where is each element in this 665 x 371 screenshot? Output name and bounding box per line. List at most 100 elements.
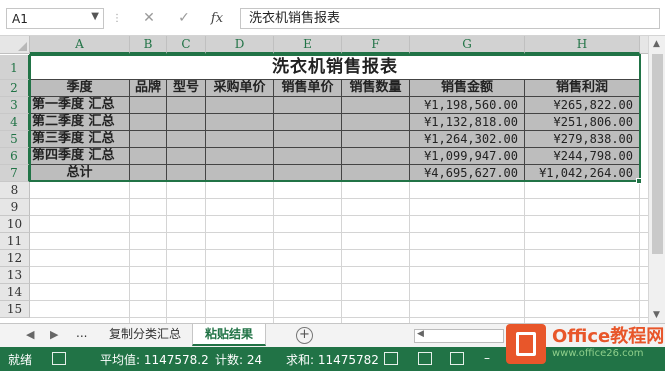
column-header-g[interactable]: G: [410, 36, 525, 54]
enter-icon[interactable]: ✓: [173, 8, 195, 29]
quantity-cell[interactable]: [342, 97, 410, 114]
amount-cell[interactable]: ¥1,264,302.00: [410, 131, 525, 148]
horizontal-scrollbar[interactable]: ◀: [414, 329, 504, 343]
profit-cell[interactable]: ¥265,822.00: [525, 97, 640, 114]
column-header-a[interactable]: A: [30, 36, 130, 54]
macro-record-icon[interactable]: [52, 352, 66, 365]
sheet-title-cell[interactable]: 洗衣机销售报表: [30, 55, 640, 80]
header-cell-quarter[interactable]: 季度: [30, 80, 130, 97]
row-header-14[interactable]: 14: [0, 284, 30, 301]
sale-price-cell[interactable]: [274, 148, 342, 165]
header-cell-model[interactable]: 型号: [167, 80, 206, 97]
more-sheets-button[interactable]: ...: [76, 326, 87, 340]
purchase-price-cell[interactable]: [206, 165, 274, 182]
header-cell-quantity[interactable]: 销售数量: [342, 80, 410, 97]
scrollbar-thumb[interactable]: [652, 54, 663, 254]
row-header-3[interactable]: 3: [0, 97, 30, 114]
cancel-icon[interactable]: ✕: [138, 8, 160, 29]
row-header-6[interactable]: 6: [0, 148, 30, 165]
model-cell[interactable]: [167, 165, 206, 182]
sale-price-cell[interactable]: [274, 114, 342, 131]
quantity-cell[interactable]: [342, 131, 410, 148]
tab-paste-result[interactable]: 粘贴结果: [192, 324, 266, 346]
profit-cell[interactable]: ¥279,838.00: [525, 131, 640, 148]
profit-cell[interactable]: ¥1,042,264.00: [525, 165, 640, 182]
quarter-cell[interactable]: 第三季度 汇总: [30, 131, 130, 148]
column-header-i[interactable]: [640, 36, 648, 54]
column-header-h[interactable]: H: [525, 36, 640, 54]
profit-cell[interactable]: ¥244,798.00: [525, 148, 640, 165]
scroll-left-icon[interactable]: ◀: [417, 329, 424, 339]
sale-price-cell[interactable]: [274, 165, 342, 182]
model-cell[interactable]: [167, 131, 206, 148]
row-header-9[interactable]: 9: [0, 199, 30, 216]
model-cell[interactable]: [167, 148, 206, 165]
row-header-10[interactable]: 10: [0, 216, 30, 233]
normal-view-icon[interactable]: [384, 352, 398, 365]
page-layout-view-icon[interactable]: [418, 352, 432, 365]
quarter-cell[interactable]: 第二季度 汇总: [30, 114, 130, 131]
brand-cell[interactable]: [130, 131, 167, 148]
amount-cell[interactable]: ¥1,099,947.00: [410, 148, 525, 165]
row-header-5[interactable]: 5: [0, 131, 30, 148]
row-header-11[interactable]: 11: [0, 233, 30, 250]
quantity-cell[interactable]: [342, 114, 410, 131]
vertical-scrollbar[interactable]: ▲ ▼: [648, 36, 665, 323]
chevron-down-icon[interactable]: ▼: [91, 11, 99, 22]
model-cell[interactable]: [167, 114, 206, 131]
header-cell-sale-price[interactable]: 销售单价: [274, 80, 342, 97]
row-header-15[interactable]: 15: [0, 301, 30, 318]
amount-cell[interactable]: ¥1,132,818.00: [410, 114, 525, 131]
header-cell-sales-profit[interactable]: 销售利润: [525, 80, 640, 97]
scroll-tabs-left-icon[interactable]: ◀: [26, 328, 34, 341]
purchase-price-cell[interactable]: [206, 97, 274, 114]
select-all-corner[interactable]: [0, 36, 30, 54]
quarter-cell[interactable]: 第一季度 汇总: [30, 97, 130, 114]
header-cell-brand[interactable]: 品牌: [130, 80, 167, 97]
header-cell-purchase-price[interactable]: 采购单价: [206, 80, 274, 97]
quantity-cell[interactable]: [342, 148, 410, 165]
model-cell[interactable]: [167, 97, 206, 114]
worksheet-grid[interactable]: A B C D E F G H 1 2 3 4 5 6 7 8 9 10 11 …: [0, 36, 648, 323]
tab-copy-subtotal[interactable]: 复制分类汇总: [100, 324, 190, 346]
quantity-cell[interactable]: [342, 165, 410, 182]
row-header-12[interactable]: 12: [0, 250, 30, 267]
insert-function-icon[interactable]: fx: [206, 8, 228, 29]
sale-price-cell[interactable]: [274, 97, 342, 114]
amount-cell[interactable]: ¥1,198,560.00: [410, 97, 525, 114]
quarter-cell[interactable]: 第四季度 汇总: [30, 148, 130, 165]
empty-rows-area[interactable]: [30, 182, 648, 323]
column-header-e[interactable]: E: [274, 36, 342, 54]
zoom-out-button[interactable]: –: [484, 351, 490, 365]
row-header-1[interactable]: 1: [0, 55, 30, 80]
row-header-4[interactable]: 4: [0, 114, 30, 131]
brand-cell[interactable]: [130, 97, 167, 114]
profit-cell[interactable]: ¥251,806.00: [525, 114, 640, 131]
row-header-13[interactable]: 13: [0, 267, 30, 284]
page-break-view-icon[interactable]: [450, 352, 464, 365]
name-box[interactable]: A1 ▼: [6, 8, 104, 29]
row-header-8[interactable]: 8: [0, 182, 30, 199]
purchase-price-cell[interactable]: [206, 114, 274, 131]
purchase-price-cell[interactable]: [206, 148, 274, 165]
fill-handle[interactable]: [636, 178, 642, 184]
formula-input[interactable]: 洗衣机销售报表: [240, 8, 660, 29]
scroll-up-icon[interactable]: ▲: [653, 39, 660, 49]
column-header-d[interactable]: D: [206, 36, 274, 54]
brand-cell[interactable]: [130, 148, 167, 165]
add-sheet-icon[interactable]: +: [296, 327, 313, 344]
row-header-2[interactable]: 2: [0, 80, 30, 97]
brand-cell[interactable]: [130, 114, 167, 131]
more-options-icon[interactable]: ⋮: [112, 8, 122, 29]
column-header-f[interactable]: F: [342, 36, 410, 54]
column-header-c[interactable]: C: [167, 36, 206, 54]
quarter-cell[interactable]: 总计: [30, 165, 130, 182]
amount-cell[interactable]: ¥4,695,627.00: [410, 165, 525, 182]
purchase-price-cell[interactable]: [206, 131, 274, 148]
column-header-b[interactable]: B: [130, 36, 167, 54]
header-cell-sales-amount[interactable]: 销售金额: [410, 80, 525, 97]
scroll-tabs-right-icon[interactable]: ▶: [50, 328, 58, 341]
brand-cell[interactable]: [130, 165, 167, 182]
sale-price-cell[interactable]: [274, 131, 342, 148]
row-header-7[interactable]: 7: [0, 165, 30, 182]
